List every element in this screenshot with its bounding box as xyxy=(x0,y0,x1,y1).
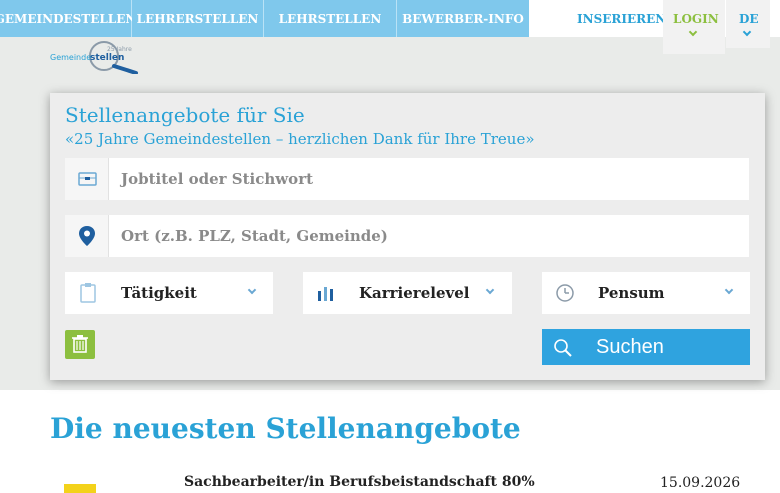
inserieren-link[interactable]: INSERIEREN xyxy=(577,12,666,26)
search-button-label: Suchen xyxy=(596,336,664,358)
site-logo[interactable]: 25 Jahre Gemeinde stellen xyxy=(50,40,140,75)
logo-gemeinde: Gemeinde xyxy=(50,53,91,62)
pensum-label: Pensum xyxy=(598,284,665,302)
taetigkeit-label: Tätigkeit xyxy=(121,284,197,302)
login-menu[interactable]: LOGIN xyxy=(663,0,725,54)
location-input[interactable]: Ort (z.B. PLZ, Stadt, Gemeinde) xyxy=(65,215,749,257)
pensum-select[interactable]: Pensum xyxy=(542,272,750,314)
keyword-placeholder: Jobtitel oder Stichwort xyxy=(121,170,314,188)
clipboard-icon xyxy=(80,283,96,303)
location-placeholder: Ort (z.B. PLZ, Stadt, Gemeinde) xyxy=(121,227,388,245)
keyword-input[interactable]: Jobtitel oder Stichwort xyxy=(65,158,749,200)
nav-lehrstellen[interactable]: LEHRSTELLEN xyxy=(264,0,397,37)
search-title: Stellenangebote für Sie xyxy=(65,103,305,127)
search-icon xyxy=(554,339,572,357)
chevron-down-icon xyxy=(485,285,495,295)
karrierelevel-label: Karrierelevel xyxy=(359,284,470,302)
job-title-link[interactable]: Sachbearbeiter/in Berufsbeistandschaft 8… xyxy=(184,474,535,490)
reset-filters-button[interactable] xyxy=(65,330,95,359)
language-label: DE xyxy=(739,12,759,26)
taetigkeit-select[interactable]: Tätigkeit xyxy=(65,272,273,314)
login-label: LOGIN xyxy=(673,12,719,26)
top-navigation: GEMEINDESTELLEN LEHRERSTELLEN LEHRSTELLE… xyxy=(0,0,780,54)
latest-jobs-heading: Die neuesten Stellenangebote xyxy=(50,412,521,445)
search-card: Stellenangebote für Sie «25 Jahre Gemein… xyxy=(50,93,765,380)
bar-levels-icon xyxy=(318,287,333,301)
briefcase-icon xyxy=(65,158,109,200)
chevron-down-icon xyxy=(724,285,734,295)
trash-icon xyxy=(72,335,88,353)
chevron-down-icon xyxy=(688,27,698,37)
nav-gemeindestellen[interactable]: GEMEINDESTELLEN xyxy=(0,0,136,37)
chevron-down-icon xyxy=(247,285,257,295)
language-menu[interactable]: DE xyxy=(726,0,770,48)
search-button[interactable]: Suchen xyxy=(542,329,750,365)
search-subtitle: «25 Jahre Gemeindestellen – herzlichen D… xyxy=(65,130,535,148)
job-date: 15.09.2026 xyxy=(660,475,741,491)
nav-lehrerstellen[interactable]: LEHRERSTELLEN xyxy=(132,0,264,37)
chevron-down-icon xyxy=(742,27,752,37)
logo-25-jahre: 25 Jahre xyxy=(107,46,132,53)
map-pin-icon xyxy=(65,215,109,257)
company-logo xyxy=(64,484,96,493)
nav-bewerber-info[interactable]: BEWERBER-INFO xyxy=(397,0,529,37)
clock-icon xyxy=(556,284,574,302)
karrierelevel-select[interactable]: Karrierelevel xyxy=(303,272,512,314)
logo-stellen: stellen xyxy=(90,53,124,63)
